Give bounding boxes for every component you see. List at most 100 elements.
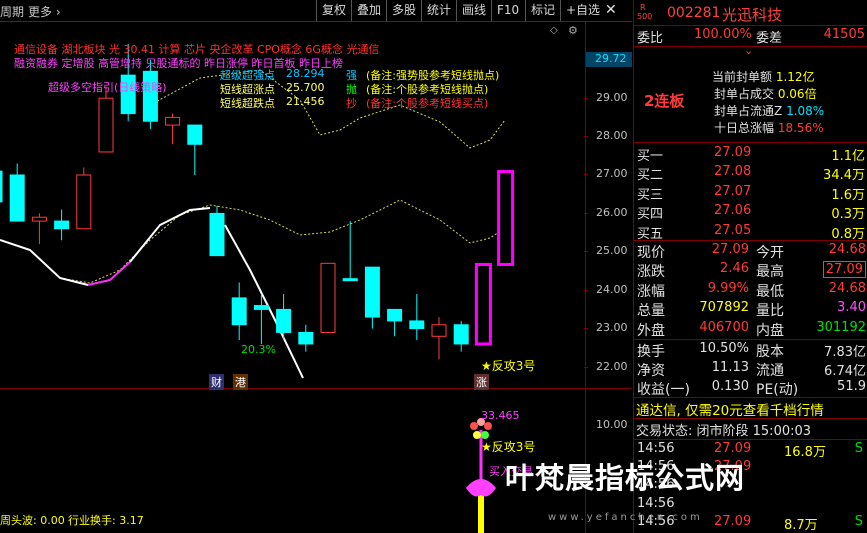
seal-row: 封单占成交 0.06倍: [714, 85, 817, 102]
draw-line-button[interactable]: 画线: [456, 0, 491, 21]
close-icon[interactable]: ✕: [600, 0, 622, 21]
weibi-label: 委比: [637, 31, 664, 46]
candle-body: [253, 305, 269, 310]
candle-body: [474, 262, 492, 346]
y-tick-label-lower: 10.00: [596, 418, 628, 431]
bid-price: 27.06: [714, 203, 752, 219]
overlay-button[interactable]: 叠加: [351, 0, 386, 21]
y-tick-label: 27.00: [596, 167, 628, 180]
candle-body: [431, 324, 447, 337]
weicha-value: 41505: [823, 27, 865, 42]
quote-label: 内盘: [756, 322, 784, 339]
settings-gear-icon[interactable]: ⚙: [568, 24, 578, 37]
watermark-text: 叶梵晨指标公式网: [505, 461, 746, 495]
seal-value: 18.56%: [777, 121, 824, 135]
rise-percent-label: 20.3%: [241, 343, 276, 356]
stats-label: 净资: [637, 363, 665, 379]
mark-button[interactable]: 标记: [525, 0, 560, 21]
quote-value: 707892: [699, 300, 749, 316]
bid-label: 买四: [637, 207, 664, 223]
hk-badge[interactable]: 港: [233, 374, 248, 390]
seal-value: 1.12亿: [775, 70, 815, 84]
bid-label: 买三: [637, 187, 664, 203]
counterattack-marker: ★反攻3号: [481, 359, 536, 373]
candle-body: [497, 170, 515, 266]
y-tick-label: 24.00: [596, 283, 628, 296]
quote-value: 27.09: [822, 261, 866, 279]
restore-rights-button[interactable]: 复权: [316, 0, 351, 21]
bid-volume: 1.1亿: [831, 149, 865, 164]
y-tick-label: 23.00: [596, 321, 628, 334]
candle-body: [165, 116, 181, 126]
f10-button[interactable]: F10: [491, 0, 524, 21]
quote-label: 总量: [637, 303, 665, 320]
quote-value: 24.68: [828, 242, 866, 257]
bid-price: 27.08: [714, 164, 752, 180]
bid-price: 27.09: [714, 145, 752, 160]
quote-value: 2.46: [720, 261, 749, 277]
y-tick-mark: [584, 174, 588, 175]
quote-value: 24.68: [828, 280, 866, 296]
signal-dot: [473, 431, 481, 439]
tick-price: 27.09: [714, 513, 752, 529]
chevron-down-icon[interactable]: ⌄: [744, 44, 753, 57]
stock-header: R 500 002281 光迅科技: [634, 3, 867, 25]
candle-body: [231, 297, 247, 326]
y-tick-mark: [584, 98, 588, 99]
candle-body: [0, 170, 3, 203]
y-tick-label: 25.00: [596, 244, 628, 257]
weibi-value: 100.00%: [694, 27, 752, 42]
multi-stock-button[interactable]: 多股: [386, 0, 421, 21]
strategy-line-magenta: [87, 261, 131, 286]
quote-label: 涨幅: [637, 283, 665, 300]
quote-label: 最高: [756, 264, 784, 281]
y-tick-mark: [584, 328, 588, 329]
period-label[interactable]: 周期: [0, 3, 24, 20]
quote-label: 今开: [756, 245, 784, 261]
tick-time: 14:56: [637, 495, 675, 511]
bid-volume: 0.3万: [831, 207, 865, 223]
signal-dot: [470, 422, 478, 430]
indicator-turnover: 行业换手: 3.17: [68, 514, 144, 527]
stats-label: 收益(一): [637, 382, 690, 398]
legend-oversold-code: 抄: [346, 97, 357, 110]
statistics-button[interactable]: 统计: [421, 0, 456, 21]
seal-row: 当前封单额 1.12亿: [712, 68, 815, 85]
settings-diamond-icon[interactable]: ◇: [550, 25, 558, 36]
seal-value: 1.08%: [786, 104, 825, 118]
trade-state: 交易状态: 闭市阶段 15:00:03: [636, 424, 812, 439]
tick-volume: 16.8万: [784, 445, 826, 460]
finance-badge[interactable]: 财: [209, 374, 224, 390]
legend-overbought-value: 25.700: [286, 81, 325, 94]
y-tick-mark: [584, 290, 588, 291]
quote-label: 最低: [756, 283, 784, 300]
quote-label: 涨跌: [637, 264, 665, 281]
quote-value: 3.40: [837, 300, 866, 316]
counterattack-marker-lower: ★反攻3号: [481, 440, 536, 454]
r-tag: R: [640, 3, 646, 12]
legend-oversold-note: (备注:个股参考短线买点): [366, 97, 489, 110]
level2-notice[interactable]: 通达信, 仅需20元查看千档行情: [636, 399, 867, 419]
bid-volume: 1.6万: [831, 187, 865, 203]
weicha-label: 委差: [756, 31, 783, 46]
quote-value: 406700: [699, 319, 749, 335]
y-tick-mark: [584, 136, 588, 137]
divider: [634, 418, 867, 419]
y-tick-mark: [584, 213, 588, 214]
candle-body: [364, 266, 380, 318]
tick-side: S: [854, 441, 863, 456]
seal-label: 当前封单额: [712, 70, 773, 84]
stats-label: PE(动): [756, 382, 799, 398]
limit-up-badge[interactable]: 涨: [474, 374, 489, 390]
divider: [634, 25, 867, 26]
signal-dot: [484, 422, 492, 430]
divider: [634, 339, 867, 340]
more-button[interactable]: 更多 ›: [28, 3, 61, 20]
stock-name: 光迅科技: [722, 6, 783, 24]
y-tick-label: 22.00: [596, 360, 628, 373]
stats-label: 流通: [756, 363, 784, 379]
add-watchlist-button[interactable]: +自选: [560, 0, 605, 21]
candle-body: [409, 320, 425, 330]
candle-body: [453, 324, 469, 345]
legend-strong-value: 28.294: [286, 67, 325, 80]
